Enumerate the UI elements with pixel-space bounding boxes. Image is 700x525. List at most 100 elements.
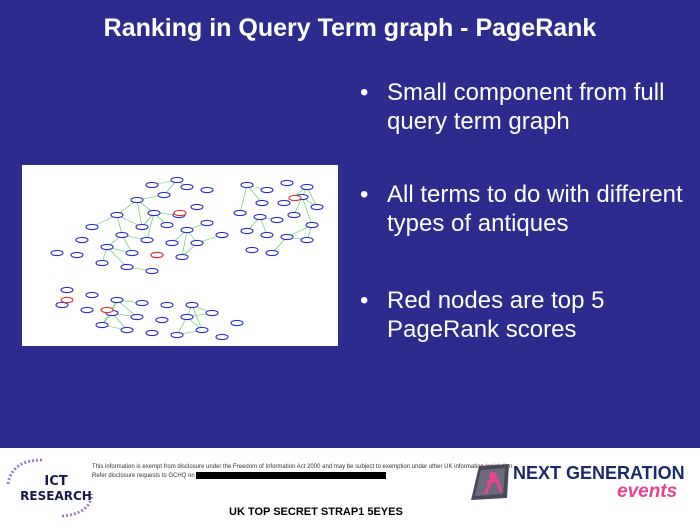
bullet-text: Red nodes are top 5 PageRank scores	[387, 287, 605, 343]
graph-node	[205, 309, 219, 317]
graph-node	[277, 199, 291, 207]
graph-node	[100, 243, 114, 251]
graph-node	[70, 251, 84, 259]
graph-node	[280, 179, 294, 187]
graph-node	[240, 181, 254, 189]
classification-marking: UK TOP SECRET STRAP1 5EYES	[229, 506, 403, 518]
graph-node	[125, 249, 139, 257]
graph-node	[110, 211, 124, 219]
graph-node	[245, 246, 259, 254]
graph-node	[170, 176, 184, 184]
query-term-graph-image	[22, 165, 338, 346]
footer: ICT RESEARCH This information is exempt …	[0, 448, 700, 525]
graph-node	[60, 286, 74, 294]
ict-logo-text: ICT RESEARCH	[14, 474, 98, 504]
graph-node-top-pagerank	[150, 251, 164, 259]
graph-node	[185, 301, 199, 309]
graph-node	[120, 326, 134, 334]
graph-node	[115, 231, 129, 239]
graph-node	[253, 213, 267, 221]
graph-node	[120, 263, 134, 271]
graph-node	[200, 219, 214, 227]
bullet-item: • Red nodes are top 5 PageRank scores	[360, 286, 690, 344]
graph-node	[175, 253, 189, 261]
graph-nodes	[50, 176, 324, 341]
graph-node	[95, 321, 109, 329]
graph-node	[260, 186, 274, 194]
graph-node-top-pagerank	[60, 296, 74, 304]
graph-node	[145, 267, 159, 275]
bullet-list: • Small component from full query term gr…	[360, 74, 690, 344]
disclaimer-line1: This information is exempt from disclosu…	[92, 464, 514, 470]
graph-node-top-pagerank	[288, 194, 302, 202]
bullet-dot: •	[360, 79, 369, 106]
graph-node	[135, 223, 149, 231]
graph-node	[155, 316, 169, 324]
graph-node	[147, 209, 161, 217]
graph-node-top-pagerank	[173, 209, 187, 217]
graph-node	[260, 231, 274, 239]
ict-logo-line2: RESEARCH	[20, 489, 92, 503]
graph-node	[157, 191, 171, 199]
graph-node	[130, 196, 144, 204]
graph-node	[145, 181, 159, 189]
graph-node	[135, 299, 149, 307]
graph-node	[255, 199, 269, 207]
graph-node	[140, 236, 154, 244]
bullet-item: • All terms to do with different types of…	[360, 180, 690, 238]
bullet-item: • Small component from full query term gr…	[360, 78, 690, 136]
graph-node	[145, 329, 159, 337]
graph-svg	[50, 176, 324, 341]
slide: Ranking in Query Term graph - PageRank •…	[0, 0, 700, 525]
graph-node	[95, 259, 109, 267]
disclaimer-line2: Refer disclosure requests to GCHQ on	[92, 473, 195, 480]
graph-node	[310, 203, 324, 211]
bullet-dot: •	[360, 181, 369, 208]
graph-node	[305, 221, 319, 229]
graph-node	[200, 186, 214, 194]
graph-node	[80, 306, 94, 314]
ict-logo-line1: ICT	[44, 474, 68, 489]
graph-edge	[106, 246, 128, 268]
graph-node	[240, 227, 254, 235]
graph-node	[300, 183, 314, 191]
graph-node	[180, 226, 194, 234]
graph-node	[180, 313, 194, 321]
slide-title: Ranking in Query Term graph - PageRank	[103, 14, 597, 42]
ict-research-logo: ICT RESEARCH	[2, 454, 98, 522]
graph-node	[287, 211, 301, 219]
bullet-text: Small component from full query term gra…	[387, 79, 665, 135]
graph-node	[215, 333, 229, 341]
graph-node	[160, 301, 174, 309]
graph-node	[85, 291, 99, 299]
graph-edge	[136, 199, 143, 228]
graph-edge	[301, 196, 313, 226]
graph-edge	[239, 184, 248, 214]
redaction-bar	[196, 472, 387, 479]
graph-node	[110, 296, 124, 304]
ng-figure-icon	[471, 464, 509, 500]
graph-node	[190, 239, 204, 247]
graph-node	[300, 236, 314, 244]
graph-node	[75, 236, 89, 244]
graph-node	[55, 301, 69, 309]
bullet-dot: •	[360, 287, 369, 314]
disclaimer-line2-wrap: Refer disclosure requests to GCHQ on	[92, 472, 514, 481]
bullet-text: All terms to do with different types of …	[387, 181, 683, 237]
graph-node-top-pagerank	[100, 306, 114, 314]
graph-node	[180, 183, 194, 191]
graph-node	[265, 249, 279, 257]
graph-node	[170, 331, 184, 339]
graph-node	[270, 216, 284, 224]
foi-disclaimer: This information is exempt from disclosu…	[92, 463, 514, 481]
graph-node	[195, 326, 209, 334]
graph-node	[233, 209, 247, 217]
graph-node	[85, 223, 99, 231]
graph-node	[230, 319, 244, 327]
graph-node	[160, 221, 174, 229]
graph-node	[280, 233, 294, 241]
graph-node	[190, 203, 204, 211]
graph-node	[165, 239, 179, 247]
next-generation-events-logo: NEXT GENERATION events	[467, 452, 697, 522]
graph-node	[130, 313, 144, 321]
